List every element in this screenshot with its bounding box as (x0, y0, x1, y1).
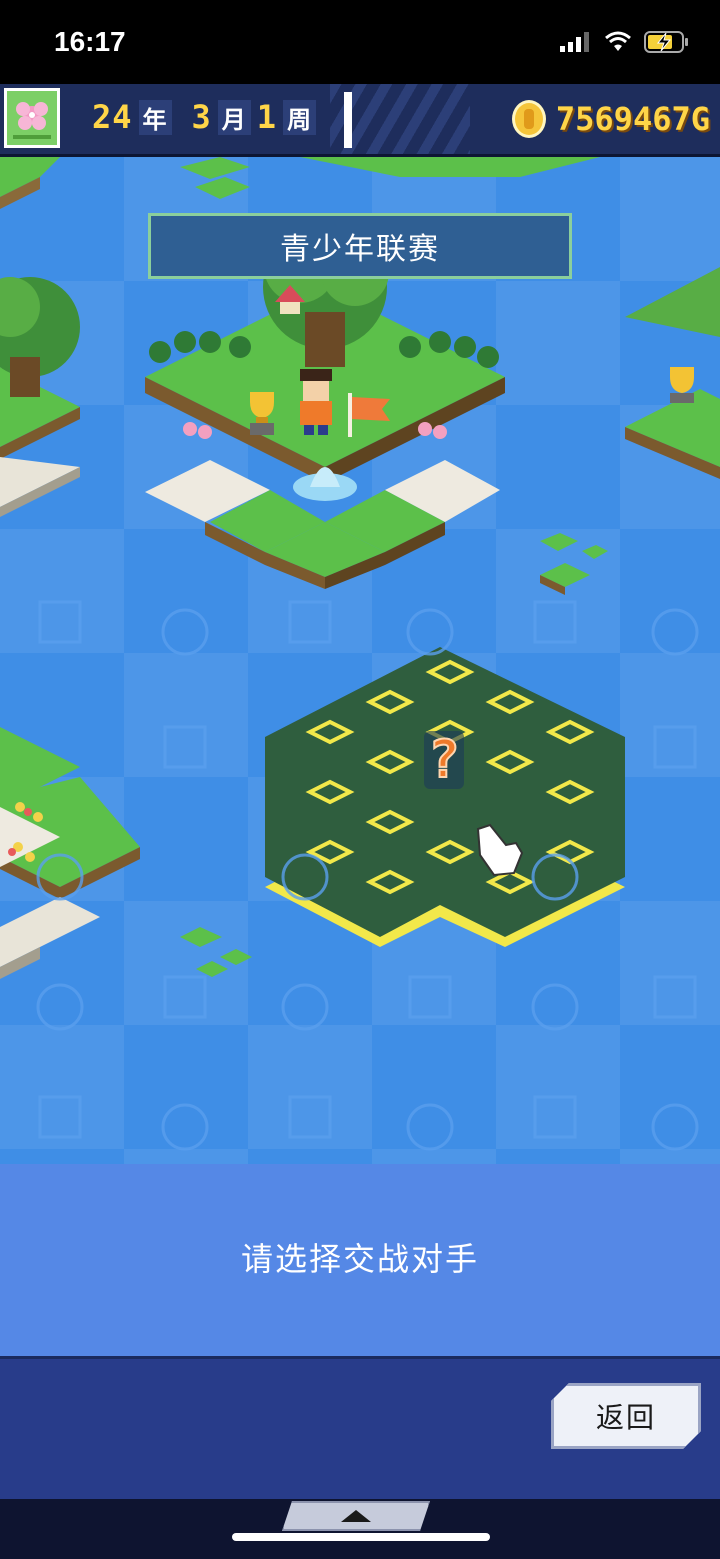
island-right[interactable] (625, 267, 720, 479)
world-map[interactable]: ? 青少年联赛 (0, 157, 720, 1164)
prompt-text: 请选择交战对手 (240, 1240, 479, 1278)
island-top-center (180, 157, 600, 199)
gold-coin-icon (511, 100, 546, 138)
expand-menu-button[interactable] (282, 1501, 430, 1531)
home-strip (0, 1499, 720, 1559)
chevron-up-icon (341, 1508, 371, 1524)
game-date: 24 年 3 月 1 周 (92, 98, 317, 136)
islet (540, 533, 608, 595)
money-value: 7569467G (555, 100, 710, 138)
year-value: 24 (92, 98, 133, 136)
mystery-marker-text: ? (428, 730, 459, 790)
top-hud: 24 年 3 月 1 周 7569467G (0, 84, 720, 157)
back-button[interactable]: 返回 (551, 1383, 701, 1449)
status-bar: 16:17 (0, 0, 720, 84)
league-title: 青少年联赛 (148, 213, 572, 279)
islet (180, 927, 252, 977)
status-time: 16:17 (54, 26, 126, 57)
month-unit: 月 (217, 99, 251, 135)
home-indicator[interactable] (232, 1533, 490, 1541)
year-unit: 年 (138, 99, 172, 135)
week-unit: 周 (283, 99, 317, 135)
bottom-bar: 返回 (0, 1356, 720, 1502)
month-value: 3 (191, 98, 212, 136)
opponent-platform[interactable] (265, 647, 625, 947)
week-value: 1 (256, 98, 278, 136)
status-icons (560, 30, 690, 54)
trophy-icon (250, 392, 274, 435)
fountain-icon (293, 467, 357, 501)
island-left-lower[interactable] (0, 727, 140, 979)
money-display: 7569467G (511, 100, 710, 138)
island-left-tree[interactable] (0, 277, 80, 517)
island-top-left (0, 157, 60, 209)
season-flower-icon[interactable] (4, 88, 60, 148)
battery-charging-icon (644, 31, 688, 53)
date-progress-bar (344, 92, 352, 148)
mystery-opponent-marker[interactable]: ? (424, 729, 464, 791)
message-panel: 请选择交战对手 (0, 1164, 720, 1356)
wifi-icon (605, 31, 631, 51)
signal-icon (560, 32, 589, 52)
